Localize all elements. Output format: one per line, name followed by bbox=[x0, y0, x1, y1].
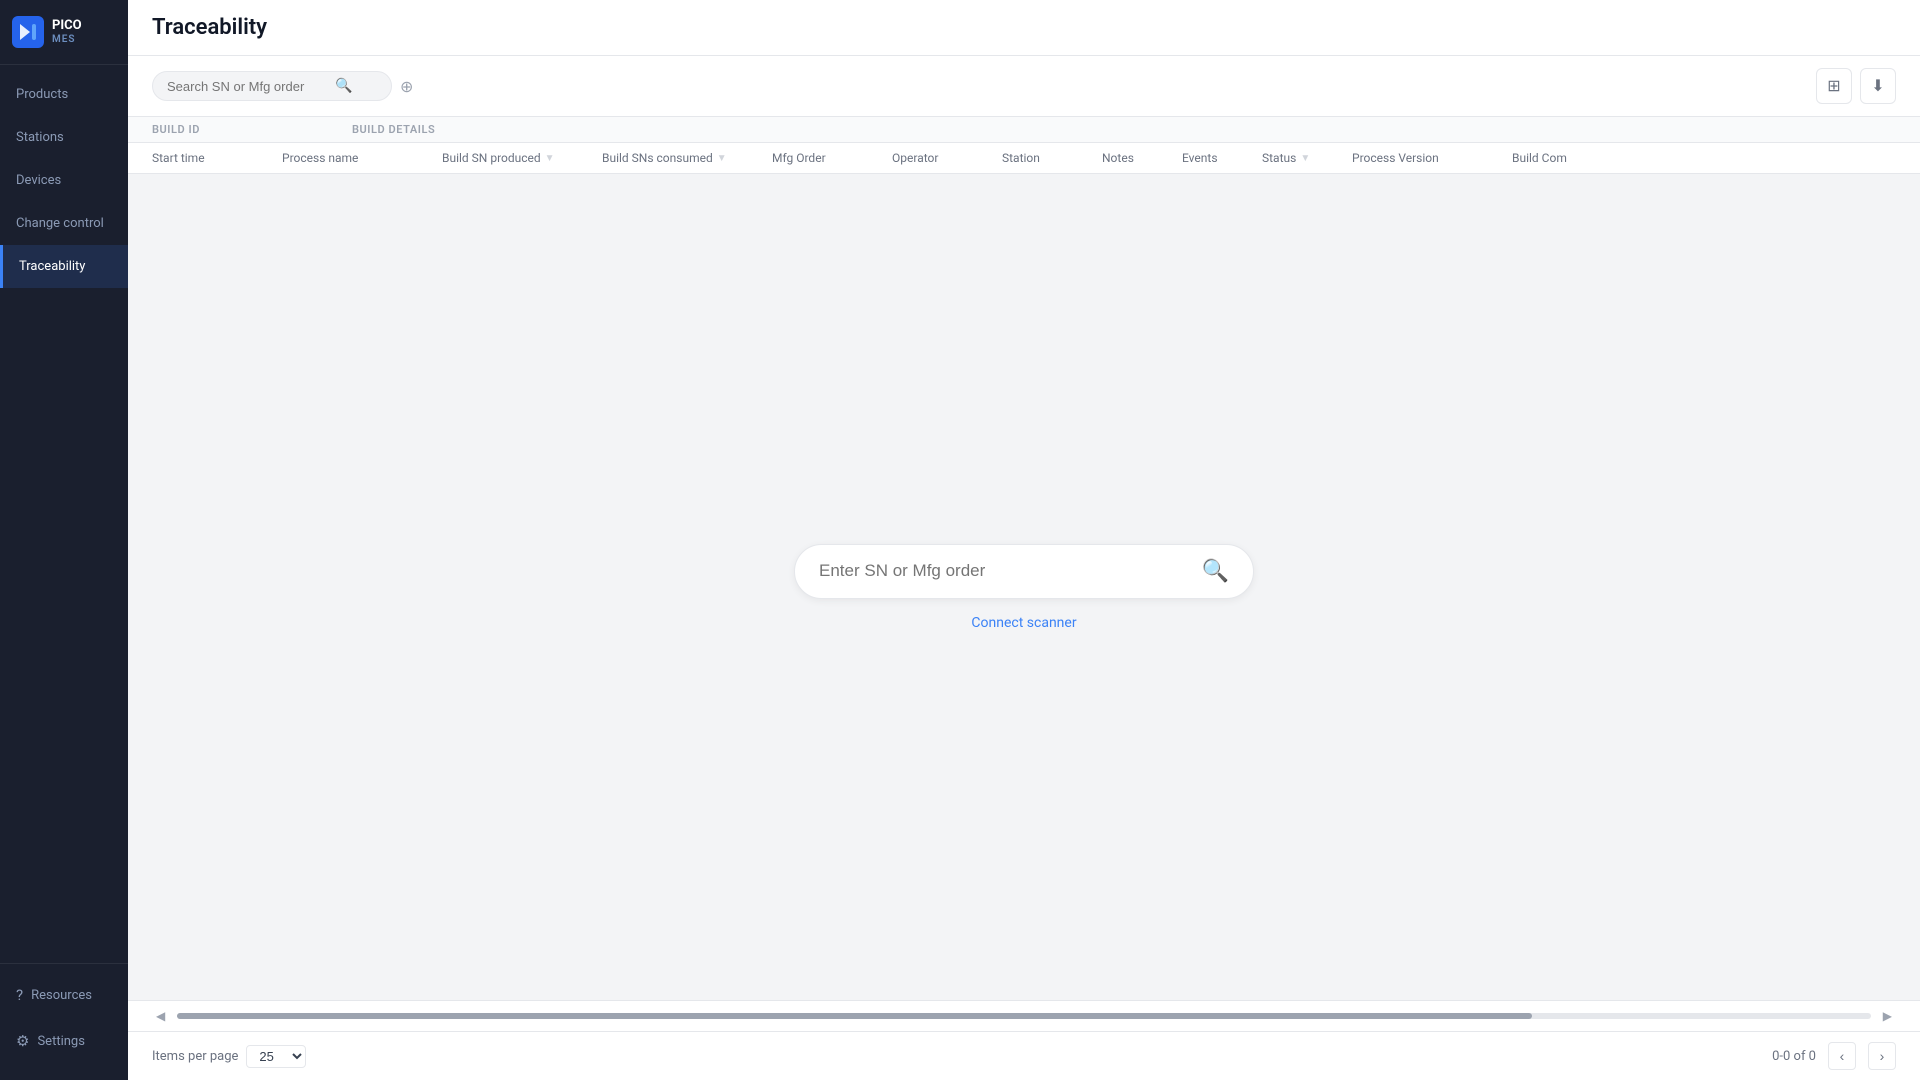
group-build-id: BUILD ID bbox=[152, 117, 352, 142]
items-per-page-label: Items per page bbox=[152, 1049, 238, 1064]
scroll-left-arrow[interactable]: ◀ bbox=[152, 1007, 169, 1025]
toolbar-right: ⊞ ⬇ bbox=[1816, 68, 1896, 104]
nav-items: Products Stations Devices Change control… bbox=[0, 65, 128, 963]
search-icon-big: 🔍 bbox=[1202, 559, 1229, 584]
scrollbar-track[interactable] bbox=[177, 1013, 1871, 1019]
sidebar: PICO MES Products Stations Devices Chang… bbox=[0, 0, 128, 1080]
col-header-operator[interactable]: Operator bbox=[892, 143, 1002, 173]
group-build-details: BUILD DETAILS bbox=[352, 117, 1896, 142]
footer: Items per page 25 50 100 0-0 of 0 ‹ › bbox=[128, 1031, 1920, 1080]
pagination-next-button[interactable]: › bbox=[1868, 1042, 1896, 1070]
sidebar-item-label: Change control bbox=[16, 216, 104, 231]
sidebar-item-label: Resources bbox=[31, 988, 92, 1003]
search-input-small[interactable] bbox=[167, 79, 327, 94]
main-content: Traceability 🔍 ⊕ ⊞ ⬇ BUILD ID BU bbox=[128, 0, 1920, 1080]
filter-icon[interactable]: ⊕ bbox=[400, 77, 413, 96]
big-search-bar[interactable]: 🔍 bbox=[794, 544, 1254, 599]
items-per-page-select[interactable]: 25 50 100 bbox=[246, 1045, 306, 1068]
col-header-status[interactable]: Status ▼ bbox=[1262, 143, 1352, 173]
sidebar-item-label: Traceability bbox=[19, 259, 85, 274]
scan-button[interactable]: ⊞ bbox=[1816, 68, 1852, 104]
pagination-info: 0-0 of 0 bbox=[1772, 1049, 1816, 1064]
app-name: PICO bbox=[52, 19, 82, 33]
sidebar-item-label: Settings bbox=[37, 1034, 84, 1049]
logo-area: PICO MES bbox=[0, 0, 128, 65]
col-header-process-version[interactable]: Process Version bbox=[1352, 143, 1512, 173]
scroll-right-arrow[interactable]: ▶ bbox=[1879, 1007, 1896, 1025]
sidebar-item-change-control[interactable]: Change control bbox=[0, 202, 128, 245]
col-header-build-sns-consumed[interactable]: Build SNs consumed ▼ bbox=[602, 143, 772, 173]
col-header-notes[interactable]: Notes bbox=[1102, 143, 1182, 173]
sidebar-item-label: Products bbox=[16, 87, 68, 102]
table-header-groups: BUILD ID BUILD DETAILS bbox=[128, 117, 1920, 143]
col-header-events[interactable]: Events bbox=[1182, 143, 1262, 173]
col-header-build-com[interactable]: Build Com bbox=[1512, 143, 1632, 173]
search-icon-small: 🔍 bbox=[335, 78, 352, 94]
sort-icon: ▼ bbox=[717, 153, 727, 164]
empty-state: 🔍 Connect scanner bbox=[128, 174, 1920, 1000]
footer-right: 0-0 of 0 ‹ › bbox=[1772, 1042, 1896, 1070]
bottom-nav: ? Resources ⚙ Settings bbox=[0, 963, 128, 1080]
sort-icon: ▼ bbox=[545, 153, 555, 164]
sidebar-item-settings[interactable]: ⚙ Settings bbox=[0, 1018, 128, 1064]
sidebar-item-label: Stations bbox=[16, 130, 64, 145]
column-group-row: BUILD ID BUILD DETAILS bbox=[128, 117, 1920, 142]
col-header-process-name[interactable]: Process name bbox=[282, 143, 442, 173]
col-header-start-time[interactable]: Start time bbox=[152, 143, 282, 173]
sidebar-item-label: Devices bbox=[16, 173, 61, 188]
col-header-build-sn-produced[interactable]: Build SN produced ▼ bbox=[442, 143, 602, 173]
search-input-main[interactable] bbox=[819, 561, 1190, 581]
search-row: 🔍 ⊕ ⊞ ⬇ bbox=[128, 56, 1920, 117]
content-area: 🔍 ⊕ ⊞ ⬇ BUILD ID BUILD DETAILS Start ti bbox=[128, 56, 1920, 1080]
app-subtitle: MES bbox=[52, 34, 82, 45]
pico-logo-icon bbox=[12, 16, 44, 48]
pagination-prev-button[interactable]: ‹ bbox=[1828, 1042, 1856, 1070]
gear-icon: ⚙ bbox=[16, 1032, 29, 1050]
sidebar-item-stations[interactable]: Stations bbox=[0, 116, 128, 159]
sort-icon: ▼ bbox=[1300, 153, 1310, 164]
col-header-mfg-order[interactable]: Mfg Order bbox=[772, 143, 892, 173]
scan-icon: ⊞ bbox=[1827, 76, 1840, 96]
sidebar-item-resources[interactable]: ? Resources bbox=[0, 972, 128, 1018]
sidebar-item-traceability[interactable]: Traceability bbox=[0, 245, 128, 288]
sidebar-item-products[interactable]: Products bbox=[0, 73, 128, 116]
question-icon: ? bbox=[16, 986, 23, 1004]
page-title: Traceability bbox=[152, 15, 267, 40]
scrollbar-thumb[interactable] bbox=[177, 1013, 1532, 1019]
sidebar-item-devices[interactable]: Devices bbox=[0, 159, 128, 202]
download-button[interactable]: ⬇ bbox=[1860, 68, 1896, 104]
horizontal-scrollbar[interactable]: ◀ ▶ bbox=[128, 1000, 1920, 1031]
search-bar-small[interactable]: 🔍 bbox=[152, 71, 392, 101]
table-columns: Start time Process name Build SN produce… bbox=[128, 143, 1920, 174]
connect-scanner-link[interactable]: Connect scanner bbox=[971, 615, 1076, 631]
col-header-station[interactable]: Station bbox=[1002, 143, 1102, 173]
download-icon: ⬇ bbox=[1871, 76, 1884, 96]
topbar: Traceability bbox=[128, 0, 1920, 56]
footer-left: Items per page 25 50 100 bbox=[152, 1045, 306, 1068]
